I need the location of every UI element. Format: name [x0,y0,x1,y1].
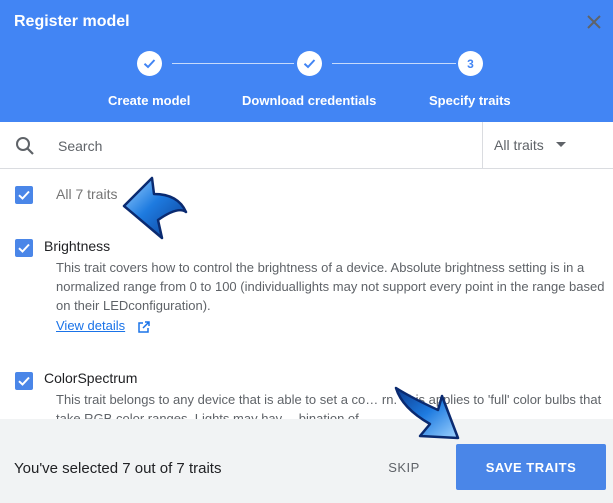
filter-selected-value: All traits [494,137,544,153]
traits-filter-dropdown[interactable]: All traits [482,122,613,168]
dialog-title: Register model [14,13,130,30]
step-3-label: Specify traits [429,93,511,108]
view-details-link[interactable]: View details [56,318,125,333]
skip-button[interactable]: SKIP [378,449,430,485]
search-icon [16,137,34,155]
dialog-header: Register model 3 Create model Download c… [0,0,613,122]
caret-down-icon [556,142,566,147]
traits-list[interactable]: All 7 traits Brightness This trait cover… [0,169,613,419]
step-1-label: Create model [108,93,191,108]
select-all-label: All 7 traits [56,186,118,202]
step-2-check-icon [297,51,322,76]
selection-status-text: You've selected 7 out of 7 traits [14,460,222,477]
step-1-check-icon [137,51,162,76]
trait-name-colorspectrum: ColorSpectrum [44,370,138,386]
step-connector [172,63,294,64]
step-2-label: Download credentials [242,93,377,108]
search-input[interactable] [56,132,470,160]
trait-checkbox-brightness[interactable] [15,239,33,257]
trait-description-brightness: This trait covers how to control the bri… [56,260,605,313]
dialog-footer: You've selected 7 out of 7 traits SKIP S… [0,419,613,503]
annotation-arrow-down-icon [394,386,460,440]
close-icon[interactable] [584,12,604,32]
open-in-new-icon[interactable] [137,320,151,334]
step-3-number: 3 [458,51,483,76]
save-traits-button[interactable]: SAVE TRAITS [456,444,606,490]
trait-checkbox-colorspectrum[interactable] [15,372,33,390]
trait-description-colorspectrum: This trait belongs to any device that is… [56,392,602,419]
select-all-checkbox[interactable] [15,186,33,204]
annotation-arrow-left-icon [122,176,188,240]
search-bar: All traits [0,122,613,169]
trait-name-brightness: Brightness [44,238,111,254]
step-connector [332,63,456,64]
